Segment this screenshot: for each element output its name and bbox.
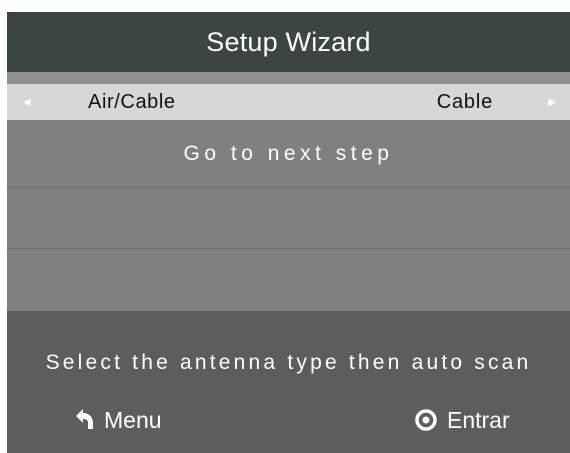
empty-menu-item xyxy=(7,188,570,248)
triangle-right-icon[interactable]: ▶ xyxy=(548,84,556,120)
footer: Select the antenna type then auto scan M… xyxy=(7,311,570,453)
empty-menu-item xyxy=(7,249,570,311)
triangle-left-icon[interactable]: ◀ xyxy=(23,84,31,120)
title-bar: Setup Wizard xyxy=(7,12,570,72)
return-arrow-icon xyxy=(73,408,95,432)
menu-button-label: Menu xyxy=(104,406,162,433)
hint-text: Select the antenna type then auto scan xyxy=(45,351,532,374)
circle-dot-icon xyxy=(414,408,438,432)
page-title: Setup Wizard xyxy=(206,26,371,57)
option-label: Air/Cable xyxy=(88,90,176,113)
option-value: Cable xyxy=(436,90,493,113)
menu-item-label: Go to next step xyxy=(183,141,394,165)
enter-button-label: Entrar xyxy=(447,406,510,433)
setup-wizard-panel: Setup Wizard ◀ Air/Cable Cable ▶ Go to n… xyxy=(7,12,570,453)
enter-button[interactable]: Entrar xyxy=(414,403,510,437)
air-cable-selector[interactable]: ◀ Air/Cable Cable ▶ xyxy=(7,84,570,120)
menu-button[interactable]: Menu xyxy=(73,403,162,437)
title-divider xyxy=(7,72,570,84)
go-to-next-step-item[interactable]: Go to next step xyxy=(7,120,570,187)
